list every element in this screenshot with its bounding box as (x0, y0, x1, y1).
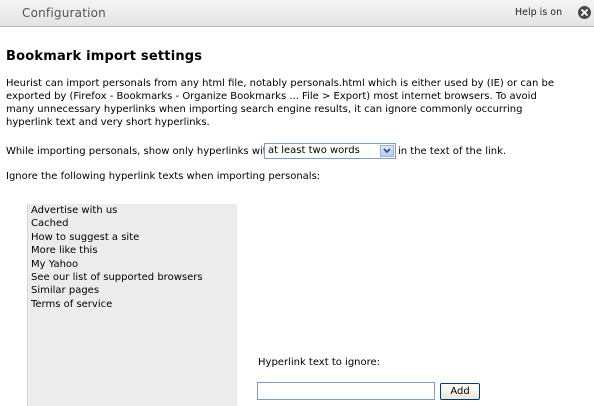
list-item[interactable]: More like this (31, 244, 237, 257)
word-count-select[interactable]: at least two words (264, 143, 396, 159)
list-item[interactable]: Cached (31, 217, 237, 230)
description-text: Heurist can import personals from any ht… (6, 78, 555, 128)
list-item[interactable]: Advertise with us (31, 204, 237, 217)
window-title: Configuration (22, 6, 106, 20)
list-item[interactable]: How to suggest a site (31, 231, 237, 244)
chevron-down-icon (383, 148, 391, 154)
close-icon (581, 9, 588, 16)
list-item[interactable]: My Yahoo (31, 258, 237, 271)
filter-label-before: While importing personals, show only hyp… (6, 146, 274, 157)
list-item[interactable]: Similar pages (31, 284, 237, 297)
help-toggle[interactable]: Help is on (515, 7, 562, 18)
ignore-list-label: Ignore the following hyperlink texts whe… (6, 171, 321, 182)
hyperlink-text-label: Hyperlink text to ignore: (258, 357, 381, 368)
title-bar: Configuration Help is on (0, 0, 594, 27)
page-title: Bookmark import settings (6, 49, 203, 64)
word-count-select-value: at least two words (268, 145, 360, 156)
hyperlink-text-input[interactable] (257, 382, 435, 400)
ignore-list[interactable]: Advertise with us Cached How to suggest … (27, 204, 237, 406)
dropdown-button[interactable] (380, 145, 394, 157)
filter-label-after: in the text of the link. (398, 146, 507, 157)
list-item[interactable]: Terms of service (31, 298, 237, 311)
close-button[interactable] (578, 6, 591, 19)
add-button[interactable]: Add (440, 383, 480, 400)
list-item[interactable]: See our list of supported browsers (31, 271, 237, 284)
